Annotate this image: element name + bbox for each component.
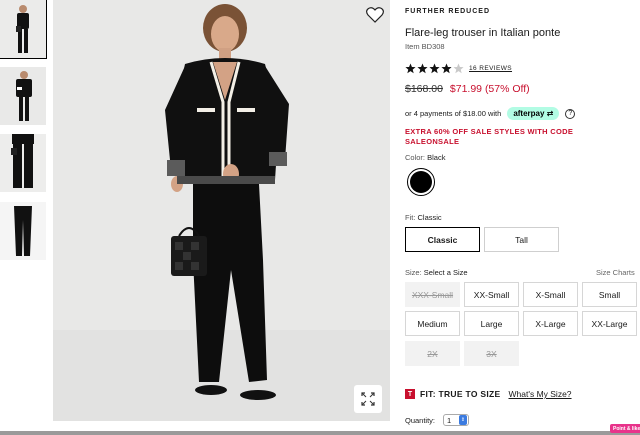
fit-label-key: Fit: [405,213,416,222]
reduced-badge: FURTHER REDUCED [405,8,490,15]
color-value: Black [427,153,446,162]
star-icon [405,63,416,74]
discount-percent: (57% Off) [484,83,530,95]
size-option[interactable]: XX-Large [582,311,637,336]
fit-label: Fit: Classic [405,213,442,222]
product-title: Flare-leg trouser in Italian ponte [405,27,561,39]
size-option[interactable]: X-Large [523,311,578,336]
afterpay-label: afterpay [513,109,545,118]
quantity-label: Quantity: [405,415,436,425]
size-label-key: Size: [405,268,422,277]
quantity-select[interactable]: 1 ⇕ [443,414,470,426]
color-label: Color: Black [405,153,445,162]
sale-price: $71.99 [449,83,483,95]
star-icon [429,63,440,74]
size-charts-link[interactable]: Size Charts [596,268,635,277]
fit-note: T FIT: TRUE TO SIZE What's My Size? [405,389,572,399]
item-number: Item BD308 [405,42,445,51]
size-option[interactable]: 3X [464,341,519,366]
quantity-value: 1 [447,415,452,425]
product-image[interactable] [53,0,390,421]
feedback-button[interactable]: Point & like [610,424,640,433]
fit-tag-icon: T [405,389,415,399]
size-value: Select a Size [423,268,468,277]
star-rating[interactable]: 16 REVIEWS [405,63,512,74]
installment-text: or 4 payments of $18.00 with [405,109,502,118]
quantity-row: Quantity: 1 ⇕ [405,414,470,426]
color-label-key: Color: [405,153,426,162]
reviews-link[interactable]: 16 REVIEWS [469,65,512,72]
size-label: Size: Select a Size [405,268,468,277]
price-block: $168.00 $71.99 (57% Off) [405,83,530,95]
size-option[interactable]: X-Small [523,282,578,307]
size-option[interactable]: Medium [405,311,460,336]
thumbnail-2[interactable] [0,67,46,125]
afterpay-badge[interactable]: afterpay ⇄ [507,107,560,120]
size-option[interactable]: XXX-Small [405,282,460,307]
size-option[interactable]: Small [582,282,637,307]
chevron-updown-icon: ⇕ [459,415,468,425]
fit-option-tall[interactable]: Tall [484,227,559,252]
promo-message: EXTRA 60% OFF SALE STYLES WITH CODE SALE… [405,127,574,146]
installment-row: or 4 payments of $18.00 with afterpay ⇄ … [405,107,576,120]
size-option[interactable]: XX-Small [464,282,519,307]
fit-option-classic[interactable]: Classic [405,227,480,252]
thumbnail-4[interactable] [0,202,46,260]
star-icon [417,63,428,74]
original-price: $168.00 [405,83,443,95]
bottom-scrollbar[interactable] [0,431,640,435]
whats-my-size-link[interactable]: What's My Size? [509,389,572,399]
wishlist-heart-icon[interactable] [366,7,384,23]
thumbnail-3[interactable] [0,134,46,192]
size-option[interactable]: Large [464,311,519,336]
swatch-fill [410,171,432,193]
info-icon[interactable]: ? [565,108,576,119]
star-empty-icon [453,63,464,74]
expand-icon [361,392,375,406]
fit-value: Classic [417,213,442,222]
color-swatch-black[interactable] [407,168,435,196]
zoom-expand-button[interactable] [354,385,382,413]
fit-note-text: FIT: TRUE TO SIZE [420,389,501,399]
thumbnail-1[interactable] [0,0,47,59]
size-option[interactable]: 2X [405,341,460,366]
model-photo [53,0,390,421]
star-icon [441,63,452,74]
